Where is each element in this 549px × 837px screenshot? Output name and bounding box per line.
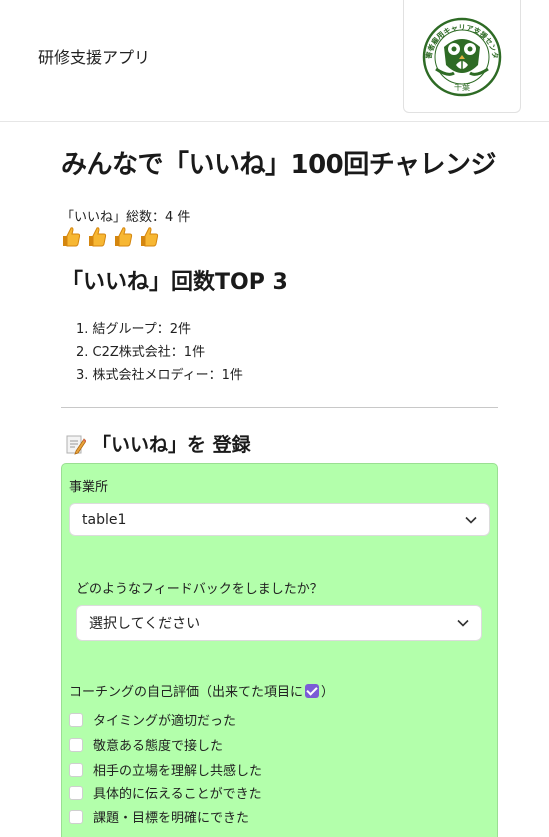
office-label: 事業所 <box>69 480 109 495</box>
register-form: 事業所 table1 どのようなフィードバックをしましたか？ 選択してください … <box>61 463 498 837</box>
ranking-item-label: 結グループ：2件 <box>92 322 192 337</box>
office-select-value: table1 <box>82 511 127 528</box>
ranking-title: 「いいね」回数TOP 3 <box>61 270 288 295</box>
checkbox-label: タイミングが適切だった <box>93 714 237 729</box>
ranking-item: 3. 株式会社メロディー：1件 <box>76 368 243 383</box>
checkbox-label: 敬意ある態度で接した <box>93 739 224 754</box>
feedback-select-value: 選択してください <box>89 616 201 632</box>
checkbox-checked-icon <box>305 684 320 698</box>
ranking-item: 2. C2Z株式会社：1件 <box>76 345 206 360</box>
register-title-text: 「いいね」を 登録 <box>92 434 251 456</box>
checkbox-empathy[interactable]: 相手の立場を理解し共感した <box>69 760 262 779</box>
self-eval-label: コーチングの自己評価（出来てた項目に） <box>69 684 335 700</box>
ranking-item-label: 株式会社メロディー：1件 <box>92 368 243 383</box>
checkbox-label: 相手の立場を理解し共感した <box>93 764 263 779</box>
chevron-down-icon <box>465 516 477 524</box>
like-total: 「いいね」総数：4 件 <box>61 210 191 225</box>
checkbox-timing[interactable]: タイミングが適切だった <box>69 710 236 729</box>
checkbox-goals[interactable]: 課題・目標を明確にできた <box>69 807 249 826</box>
logo-bottom-text: 千葉 <box>454 82 470 92</box>
register-title: 「いいね」を 登録 <box>64 430 251 457</box>
feedback-select[interactable]: 選択してください <box>76 605 482 641</box>
checkbox[interactable] <box>69 737 83 752</box>
thumbs-up-icon <box>61 226 81 248</box>
checkbox-respect[interactable]: 敬意ある態度で接した <box>69 735 223 754</box>
thumbs-up-icon <box>139 226 159 248</box>
thumbs-up-icon <box>87 226 107 248</box>
organization-logo: 千葉 障害者雇用キャリア支援センター <box>403 0 521 113</box>
ranking-item-label: C2Z株式会社：1件 <box>92 345 206 360</box>
checkbox-concrete[interactable]: 具体的に伝えることができた <box>69 783 262 802</box>
checkbox[interactable] <box>69 762 83 777</box>
thumbs-row <box>61 226 159 250</box>
checkbox[interactable] <box>69 712 83 727</box>
ranking-item: 1. 結グループ：2件 <box>76 322 192 337</box>
feedback-label: どのようなフィードバックをしましたか？ <box>76 582 323 597</box>
thumbs-up-icon <box>113 226 133 248</box>
section-divider <box>61 407 498 408</box>
owl-logo-icon: 千葉 障害者雇用キャリア支援センター <box>422 17 502 97</box>
checkbox-label: 具体的に伝えることができた <box>93 787 262 802</box>
office-select[interactable]: table1 <box>69 503 490 536</box>
chevron-down-icon <box>457 619 469 627</box>
checkbox[interactable] <box>69 809 83 824</box>
app-header: 研修支援アプリ 千葉 障害者雇用キャリア支援センター <box>0 0 549 122</box>
app-title: 研修支援アプリ <box>38 48 151 67</box>
page-title: みんなで「いいね」100回チャレンジ <box>61 150 497 180</box>
memo-icon <box>66 435 86 455</box>
ranking-list: 1. 結グループ：2件 2. C2Z株式会社：1件 3. 株式会社メロディー：1… <box>76 318 243 387</box>
checkbox-label: 課題・目標を明確にできた <box>93 811 250 826</box>
checkbox[interactable] <box>69 785 83 800</box>
